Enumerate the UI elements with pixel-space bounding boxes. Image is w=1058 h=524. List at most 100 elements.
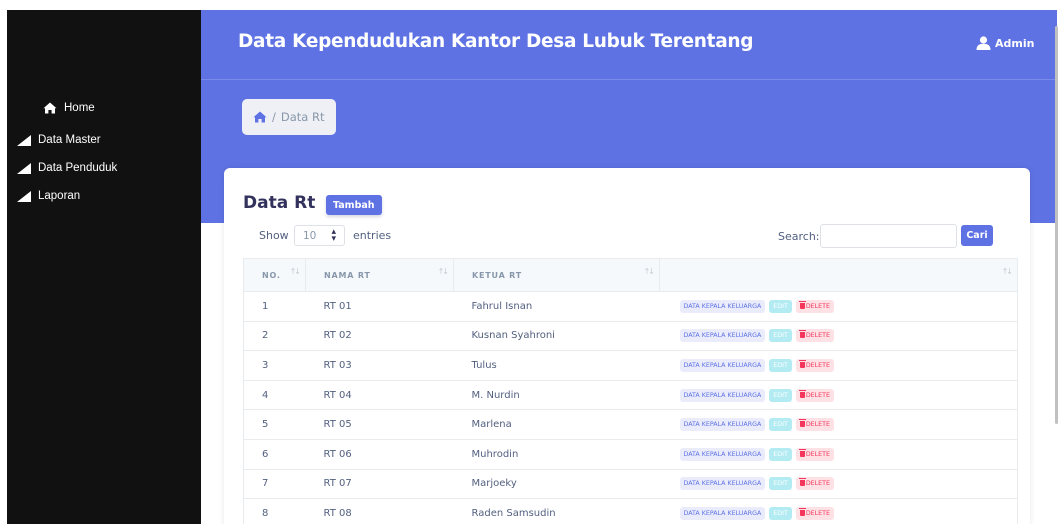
delete-button[interactable]: DELETE [795,477,834,491]
cell-ketua-rt: M. Nurdin [453,380,660,411]
trash-icon [798,389,806,398]
cell-nama-rt: RT 06 [305,439,454,470]
kepala-keluarga-button[interactable]: DATA KEPALA KELUARGA [679,358,766,372]
delete-button[interactable]: DELETE [795,447,834,461]
sort-icon: ↑↓ [1001,267,1013,276]
delete-label: DELETE [805,450,830,458]
table-row: 6 RT 06 Muhrodin DATA KEPALA KELUARGA EDIT DE… [243,439,1018,470]
kepala-keluarga-button[interactable]: DATA KEPALA KELUARGA [679,388,766,402]
cell-nama-rt: RT 08 [305,498,454,524]
header-divider [201,79,1057,80]
cell-no: 2 [243,321,306,352]
delete-button[interactable]: DELETE [795,418,834,432]
delete-button[interactable]: DELETE [795,299,834,313]
cell-ketua-rt: Kusnan Syahroni [453,321,660,352]
rt-table: NO. ↑↓ NAMA RT ↑↓ KETUA RT ↑↓ ↑↓ 1 RT 01 Fahr… [243,258,1018,524]
user-menu[interactable]: Admin [976,36,1034,50]
sidebar-item-laporan[interactable]: Laporan [17,190,80,202]
cell-no: 3 [243,350,306,381]
sidebar-item-label: Data Master [38,134,101,146]
cell-actions: DATA KEPALA KELUARGA EDIT DELETE [659,321,1018,352]
delete-button[interactable]: DELETE [795,358,834,372]
cell-nama-rt: RT 04 [305,380,454,411]
sidebar-item-home[interactable]: Home [43,102,95,114]
add-button[interactable]: Tambah [326,195,382,215]
trash-icon [798,300,806,309]
kepala-keluarga-button[interactable]: DATA KEPALA KELUARGA [679,447,766,461]
table-row: 4 RT 04 M. Nurdin DATA KEPALA KELUARGA EDIT D… [243,380,1018,411]
search-label: Search: [778,230,820,243]
cell-no: 5 [243,409,306,440]
kepala-keluarga-button[interactable]: DATA KEPALA KELUARGA [679,299,766,313]
sidebar-item-label: Data Penduduk [38,162,118,174]
delete-label: DELETE [805,509,830,517]
cell-ketua-rt: Muhrodin [453,439,660,470]
search-button[interactable]: Cari [961,225,993,246]
breadcrumb-separator: / [272,110,276,124]
cell-nama-rt: RT 03 [305,350,454,381]
cell-no: 6 [243,439,306,470]
kepala-keluarga-button[interactable]: DATA KEPALA KELUARGA [679,418,766,432]
edit-button[interactable]: EDIT [769,299,792,313]
table-row: 1 RT 01 Fahrul Isnan DATA KEPALA KELUARGA ED… [243,291,1018,322]
trash-icon [798,448,806,457]
cell-nama-rt: RT 05 [305,409,454,440]
entries-label: entries [353,229,392,242]
column-header-no[interactable]: NO. ↑↓ [243,258,306,292]
cell-actions: DATA KEPALA KELUARGA EDIT DELETE [659,350,1018,381]
cell-nama-rt: RT 07 [305,469,454,500]
cell-no: 8 [243,498,306,524]
edit-button[interactable]: EDIT [769,506,792,520]
trash-icon [798,330,806,339]
delete-label: DELETE [805,332,830,340]
show-label: Show [259,229,289,242]
entries-select[interactable]: 10 ▴ ▾ [294,225,345,246]
edit-button[interactable]: EDIT [769,358,792,372]
delete-button[interactable]: DELETE [795,506,834,520]
sidebar-item-data-penduduk[interactable]: Data Penduduk [17,162,117,174]
kepala-keluarga-button[interactable]: DATA KEPALA KELUARGA [679,477,766,491]
sidebar: Home Data Master Data Penduduk Laporan [7,10,201,524]
delete-button[interactable]: DELETE [795,388,834,402]
column-header-nama-rt[interactable]: NAMA RT ↑↓ [305,258,454,292]
cell-actions: DATA KEPALA KELUARGA EDIT DELETE [659,439,1018,470]
table-row: 2 RT 02 Kusnan Syahroni DATA KEPALA KELUARG… [243,321,1018,352]
trash-icon [798,507,806,516]
trash-icon [798,359,806,368]
cell-no: 7 [243,469,306,500]
sidebar-item-data-master[interactable]: Data Master [17,134,101,146]
sort-icon: ↑↓ [289,267,301,276]
cell-ketua-rt: Fahrul Isnan [453,291,660,322]
delete-label: DELETE [805,361,830,369]
table-header-row: NO. ↑↓ NAMA RT ↑↓ KETUA RT ↑↓ ↑↓ [243,258,1018,292]
kepala-keluarga-button[interactable]: DATA KEPALA KELUARGA [679,506,766,520]
search-input[interactable] [820,224,957,248]
cell-ketua-rt: Tulus [453,350,660,381]
triangle-icon [17,134,31,146]
home-icon[interactable] [253,111,267,123]
delete-button[interactable]: DELETE [795,329,834,343]
breadcrumb-current: Data Rt [280,110,325,124]
cell-actions: DATA KEPALA KELUARGA EDIT DELETE [659,409,1018,440]
edit-button[interactable]: EDIT [769,388,792,402]
kepala-keluarga-button[interactable]: DATA KEPALA KELUARGA [679,329,766,343]
cell-nama-rt: RT 02 [305,321,454,352]
table-row: 7 RT 07 Marjoeky DATA KEPALA KELUARGA EDIT DE… [243,469,1018,500]
updown-caret-icon: ▴ ▾ [331,227,336,244]
cell-ketua-rt: Raden Samsudin [453,498,660,524]
column-header-ketua-rt[interactable]: KETUA RT ↑↓ [453,258,660,292]
edit-button[interactable]: EDIT [769,329,792,343]
table-row: 3 RT 03 Tulus DATA KEPALA KELUARGA EDIT DELET… [243,350,1018,381]
column-header-actions[interactable]: ↑↓ [659,258,1018,292]
sidebar-item-label: Laporan [38,190,81,202]
edit-button[interactable]: EDIT [769,418,792,432]
edit-button[interactable]: EDIT [769,477,792,491]
table-row: 5 RT 05 Marlena DATA KEPALA KELUARGA EDIT DEL… [243,409,1018,440]
cell-actions: DATA KEPALA KELUARGA EDIT DELETE [659,380,1018,411]
cell-actions: DATA KEPALA KELUARGA EDIT DELETE [659,469,1018,500]
trash-icon [798,478,806,487]
edit-button[interactable]: EDIT [769,447,792,461]
delete-label: DELETE [805,302,830,310]
sort-icon: ↑↓ [643,267,655,276]
triangle-icon [17,190,31,202]
